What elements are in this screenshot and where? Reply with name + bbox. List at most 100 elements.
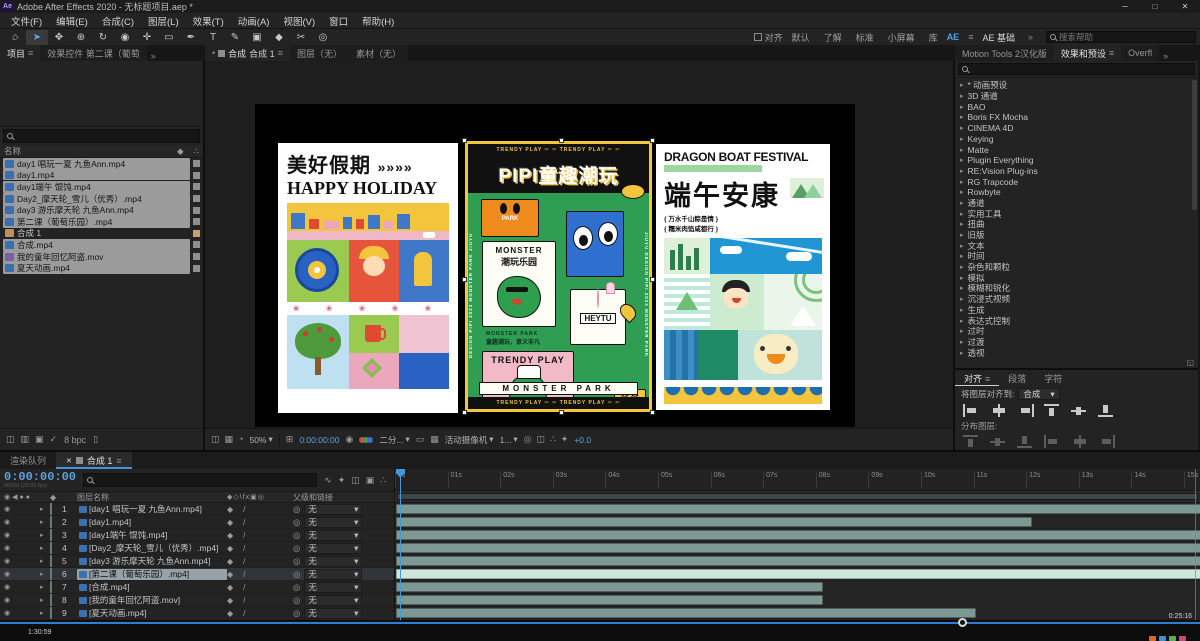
pick-whip-icon[interactable]: ◎ [293,543,300,554]
layer-row[interactable]: ◉ ▸ 2 [day1.mp4] ◆ / ◎ 无 ▾ [0,516,394,529]
effects-search-input[interactable] [971,64,1191,75]
camera-view-dropdown[interactable]: 活动摄像机 ▾ [445,434,494,446]
expand-triangle-icon[interactable]: ▸ [960,199,964,207]
selection-handle[interactable] [650,276,655,282]
panel-menu-icon[interactable]: ≡ [985,374,990,384]
expand-triangle-icon[interactable]: ▸ [960,349,964,357]
camera-tool[interactable]: ◉ [114,30,136,45]
label-color-box[interactable] [193,253,200,261]
layer-duration-bar[interactable] [396,556,1200,566]
menu-item[interactable]: 窗口 [322,14,355,28]
ae-badge[interactable]: AE [947,32,960,42]
visibility-eye-icon[interactable]: ◉ [0,505,40,513]
selection-handle[interactable] [462,138,467,143]
workspace-menu-icon[interactable]: ≡ [968,32,973,42]
expand-triangle-icon[interactable]: ▸ [960,295,964,303]
tab-project[interactable]: 项目 ≡ [0,45,41,61]
help-search[interactable] [1046,31,1196,43]
quality-switch-icon[interactable]: / [243,544,245,553]
label-color-box[interactable] [193,218,200,226]
minimize-button[interactable]: ─ [1110,0,1140,13]
expand-triangle-icon[interactable]: ▸ [960,252,964,260]
expand-triangle-icon[interactable]: ▸ [40,531,50,539]
align-horizontal-center-button[interactable] [990,404,1007,417]
tab-effects-presets[interactable]: 效果和预设 ≡ [1053,45,1122,61]
work-area-bar[interactable] [397,493,1198,500]
parent-dropdown[interactable]: 无 ▾ [304,529,363,541]
close-button[interactable]: ✕ [1170,0,1200,13]
distribute-right-button[interactable] [1098,435,1115,448]
tab-composition[interactable]: • 合成 合成 1 ≡ [205,45,290,61]
layer-row[interactable]: ◉ ▸ 7 [合成.mp4] ◆ / ◎ 无 ▾ [0,581,394,594]
expand-triangle-icon[interactable]: ▸ [40,505,50,513]
label-color-box[interactable] [193,241,200,249]
align-bottom-button[interactable] [1098,404,1115,417]
layer-duration-bar[interactable] [396,517,1032,527]
distribute-top-button[interactable] [963,435,980,448]
project-search-input[interactable] [16,131,196,141]
selection-handle[interactable] [462,410,467,415]
layer-row[interactable]: ◉ ▸ 1 [day1 唱玩一夏 九鱼Ann.mp4] ◆ / ◎ 无 ▾ [0,503,394,516]
tab-timeline-comp[interactable]: ✕ 合成 1 ≡ [56,452,132,469]
align-to-dropdown[interactable]: 合成 ▾ [1018,388,1060,400]
menu-item[interactable]: 图层(L) [141,14,186,28]
timeline-search-input[interactable] [96,475,314,485]
menu-item[interactable]: 效果(T) [186,14,231,28]
expand-triangle-icon[interactable]: ▸ [40,570,50,578]
expand-triangle-icon[interactable]: ▸ [960,188,964,196]
expand-triangle-icon[interactable]: ▸ [960,103,964,111]
project-item[interactable]: day1.mp4 [0,170,203,182]
time-ruler[interactable]: 0s01s02s03s04s05s06s07s08s09s10s11s12s13… [395,469,1200,491]
effects-search[interactable] [958,63,1195,76]
quality-switch-icon[interactable]: / [243,583,245,592]
current-time-field[interactable]: 0:00:00:00 [4,471,76,483]
effect-category[interactable]: ▸ BAO [955,101,1198,112]
visibility-eye-icon[interactable]: ◉ [0,609,40,617]
tab-overflow-icon[interactable]: » [1159,51,1172,61]
parent-dropdown[interactable]: 无 ▾ [304,594,363,606]
close-tab-icon[interactable]: ✕ [66,457,72,465]
brush-tool[interactable]: ✎ [224,30,246,45]
tab-motion-tools[interactable]: Motion Tools 2汉化版 [955,45,1054,61]
viewer-icon[interactable]: ▦ [225,434,234,445]
visibility-eye-icon[interactable]: ◉ [0,544,40,552]
effect-category[interactable]: ▸ Boris FX Mocha [955,112,1198,123]
distribute-vertical-center-button[interactable] [990,435,1007,448]
home-tool[interactable]: ⌂ [4,30,26,45]
timeline-icon[interactable]: ✦ [338,475,346,486]
expand-triangle-icon[interactable]: ▸ [960,306,964,314]
expand-triangle-icon[interactable]: ▸ [960,274,964,282]
menu-item[interactable]: 合成(C) [95,14,141,28]
pan-behind-tool[interactable]: ✛ [136,30,158,45]
pick-whip-icon[interactable]: ◎ [293,569,300,580]
parent-dropdown[interactable]: 无 ▾ [304,503,363,515]
pick-whip-icon[interactable]: ◎ [293,595,300,606]
visibility-eye-icon[interactable]: ◉ [0,596,40,604]
quality-switch-icon[interactable]: / [243,505,245,514]
panel-menu-icon[interactable]: ≡ [116,456,121,466]
layer-duration-bar[interactable] [396,608,976,618]
eraser-tool[interactable]: ◆ [268,30,290,45]
expand-triangle-icon[interactable]: ▸ [960,231,964,239]
align-right-button[interactable] [1017,404,1034,417]
layer-duration-bar[interactable] [396,569,1200,579]
effect-category[interactable]: ▸ 杂色和颗粒 [955,262,1198,273]
project-item[interactable]: day1端午 馄饨.mp4 [0,180,203,193]
workspace-item[interactable]: 默认 [792,31,810,44]
pick-whip-icon[interactable]: ◎ [293,504,300,515]
expand-triangle-icon[interactable]: ▸ [960,220,964,228]
expand-triangle-icon[interactable]: ▸ [960,284,964,292]
align-vertical-center-button[interactable] [1071,404,1088,417]
expand-triangle-icon[interactable]: ▸ [960,135,964,143]
region-of-interest-icon[interactable]: ▭ [416,434,425,445]
workspace-item[interactable]: 库 [929,31,938,44]
panel-menu-icon[interactable]: ≡ [1109,48,1114,58]
effect-category[interactable]: ▸ RG Trapcode [955,176,1198,187]
collapse-switch-icon[interactable]: ◆ [227,596,233,605]
hand-tool[interactable]: ✥ [48,30,70,45]
layer-row[interactable]: ◉ ▸ 9 [夏天动画.mp4] ◆ / ◎ 无 ▾ [0,607,394,620]
snap-toggle[interactable]: 对齐 [753,31,783,44]
menu-item[interactable]: 帮助(H) [355,14,401,28]
quality-switch-icon[interactable]: / [243,609,245,618]
quality-switch-icon[interactable]: / [243,518,245,527]
